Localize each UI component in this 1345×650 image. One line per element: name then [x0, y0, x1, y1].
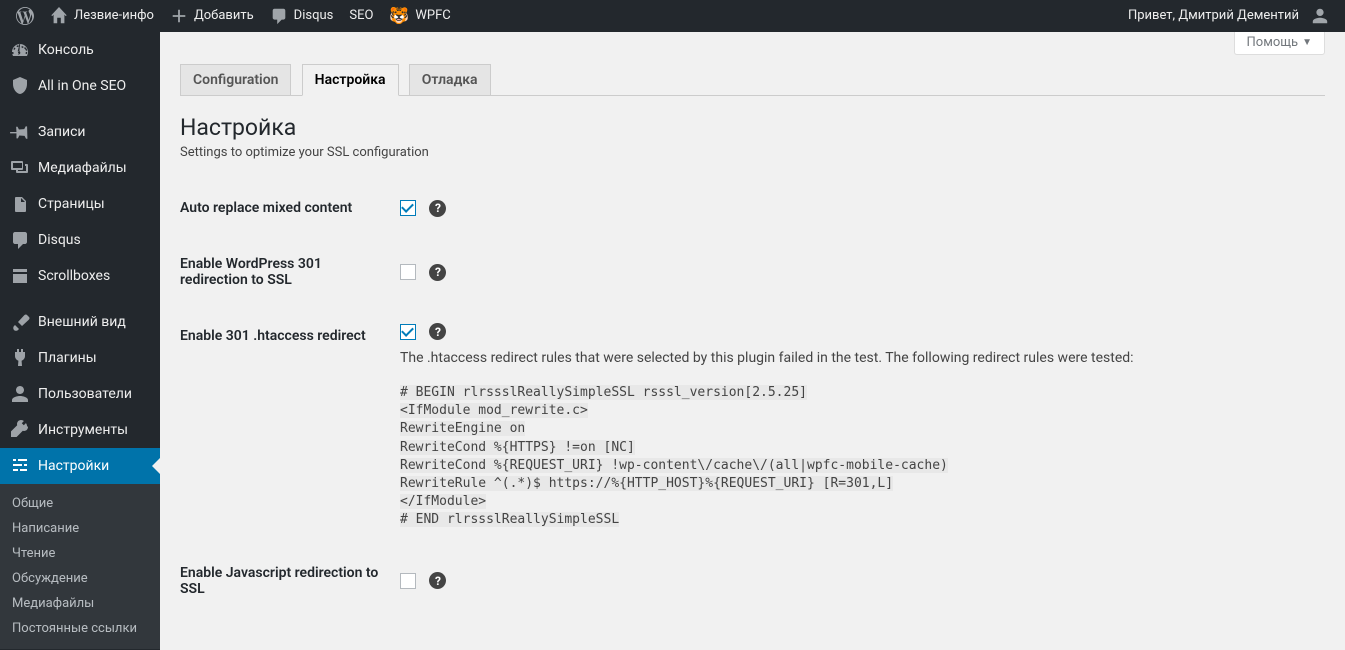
help-icon[interactable]: ?: [429, 572, 446, 589]
add-new-button[interactable]: Добавить: [162, 0, 262, 32]
submenu-reading[interactable]: Чтение: [0, 541, 160, 566]
wordpress-icon: [16, 7, 34, 25]
page-title: Настройка: [180, 114, 1325, 141]
sidebar-item-posts[interactable]: Записи: [0, 114, 160, 150]
pin-icon: [10, 122, 30, 142]
help-icon[interactable]: ?: [429, 323, 446, 340]
sidebar-item-scrollboxes[interactable]: Scrollboxes: [0, 258, 160, 294]
sidebar-item-label: Внешний вид: [38, 314, 126, 330]
submenu-writing[interactable]: Написание: [0, 516, 160, 541]
wp-logo[interactable]: [8, 0, 42, 32]
sidebar-item-label: Инструменты: [38, 422, 128, 438]
page-subtitle: Settings to optimize your SSL configurat…: [180, 145, 1325, 160]
htaccess-redirect-checkbox[interactable]: [400, 324, 416, 340]
nav-tabs: Configuration Настройка Отладка: [180, 55, 1325, 96]
brush-icon: [10, 312, 30, 332]
box-icon: [10, 266, 30, 286]
shield-icon: [10, 76, 30, 96]
wpfc-icon: 🐯: [389, 0, 409, 32]
sidebar-item-label: Медиафайлы: [38, 160, 127, 176]
htaccess-code-block: # BEGIN rlrssslReallySimpleSSL rsssl_ver…: [400, 384, 1315, 530]
media-icon: [10, 158, 30, 178]
setting-row-htaccess-redirect: Enable 301 .htaccess redirect ? The .hta…: [180, 308, 1325, 545]
user-avatar-icon: [1311, 7, 1329, 25]
sidebar-item-pages[interactable]: Страницы: [0, 186, 160, 222]
setting-row-auto-replace: Auto replace mixed content ?: [180, 180, 1325, 236]
settings-table: Auto replace mixed content ? Enable Word…: [180, 180, 1325, 617]
sidebar-item-plugins[interactable]: Плагины: [0, 340, 160, 376]
sidebar-item-aioseo[interactable]: All in One SEO: [0, 68, 160, 104]
sidebar-item-label: All in One SEO: [38, 78, 126, 94]
sidebar-item-label: Страницы: [38, 196, 105, 212]
wrench-icon: [10, 420, 30, 440]
admin-sidebar: Консоль All in One SEO Записи Медиафайлы: [0, 32, 160, 650]
help-icon[interactable]: ?: [429, 264, 446, 281]
content-area: Помощь ▼ Configuration Настройка Отладка…: [160, 32, 1345, 650]
sidebar-item-label: Настройки: [38, 458, 109, 474]
help-label: Помощь: [1247, 35, 1299, 50]
site-name-label: Лезвие-инфо: [74, 0, 154, 32]
admin-bar: Лезвие-инфо Добавить Disqus SEO 🐯 WPFC П…: [0, 0, 1345, 32]
wpfc-link[interactable]: 🐯 WPFC: [381, 0, 458, 32]
wp-redirect-checkbox[interactable]: [400, 264, 416, 280]
sidebar-item-label: Консоль: [38, 42, 94, 58]
sidebar-item-media[interactable]: Медиафайлы: [0, 150, 160, 186]
setting-row-wp-redirect: Enable WordPress 301 redirection to SSL …: [180, 236, 1325, 308]
seo-link[interactable]: SEO: [341, 0, 381, 32]
sidebar-item-label: Scrollboxes: [38, 268, 110, 284]
tab-debug[interactable]: Отладка: [409, 64, 491, 95]
sliders-icon: [10, 456, 30, 476]
settings-submenu: Общие Написание Чтение Обсуждение Медиаф…: [0, 484, 160, 649]
setting-label: Enable 301 .htaccess redirect: [180, 308, 390, 545]
wpfc-label: WPFC: [415, 0, 450, 32]
disqus-link[interactable]: Disqus: [262, 0, 342, 32]
htaccess-error-text: The .htaccess redirect rules that were s…: [400, 350, 1315, 366]
comment-icon: [10, 230, 30, 250]
sidebar-item-label: Пользователи: [38, 386, 132, 402]
setting-label: Enable WordPress 301 redirection to SSL: [180, 236, 390, 308]
submenu-permalinks[interactable]: Постоянные ссылки: [0, 616, 160, 641]
dashboard-icon: [10, 40, 30, 60]
add-new-label: Добавить: [194, 0, 254, 32]
submenu-media[interactable]: Медиафайлы: [0, 591, 160, 616]
setting-label: Auto replace mixed content: [180, 180, 390, 236]
sidebar-item-settings[interactable]: Настройки: [0, 448, 160, 484]
page-icon: [10, 194, 30, 214]
sidebar-item-tools[interactable]: Инструменты: [0, 412, 160, 448]
plus-icon: [170, 7, 188, 25]
submenu-general[interactable]: Общие: [0, 491, 160, 516]
plug-icon: [10, 348, 30, 368]
comment-icon: [270, 7, 288, 25]
site-link[interactable]: Лезвие-инфо: [42, 0, 162, 32]
setting-label: Enable Javascript redirection to SSL: [180, 545, 390, 617]
tab-settings[interactable]: Настройка: [302, 64, 399, 96]
home-icon: [50, 7, 68, 25]
chevron-down-icon: ▼: [1302, 37, 1312, 48]
tab-configuration[interactable]: Configuration: [180, 64, 291, 95]
sidebar-item-dashboard[interactable]: Консоль: [0, 32, 160, 68]
auto-replace-checkbox[interactable]: [400, 200, 416, 216]
disqus-label: Disqus: [294, 0, 334, 32]
submenu-discussion[interactable]: Обсуждение: [0, 566, 160, 591]
user-greeting[interactable]: Привет, Дмитрий Дементий: [1120, 0, 1337, 32]
greeting-label: Привет, Дмитрий Дементий: [1128, 0, 1299, 32]
sidebar-item-disqus[interactable]: Disqus: [0, 222, 160, 258]
sidebar-item-appearance[interactable]: Внешний вид: [0, 304, 160, 340]
sidebar-item-label: Плагины: [38, 350, 97, 366]
seo-label: SEO: [349, 0, 373, 32]
user-icon: [10, 384, 30, 404]
setting-row-js-redirect: Enable Javascript redirection to SSL ?: [180, 545, 1325, 617]
help-icon[interactable]: ?: [429, 200, 446, 217]
sidebar-item-users[interactable]: Пользователи: [0, 376, 160, 412]
sidebar-item-label: Disqus: [38, 232, 81, 248]
help-tab-button[interactable]: Помощь ▼: [1234, 32, 1325, 55]
sidebar-item-label: Записи: [38, 124, 86, 140]
js-redirect-checkbox[interactable]: [400, 573, 416, 589]
